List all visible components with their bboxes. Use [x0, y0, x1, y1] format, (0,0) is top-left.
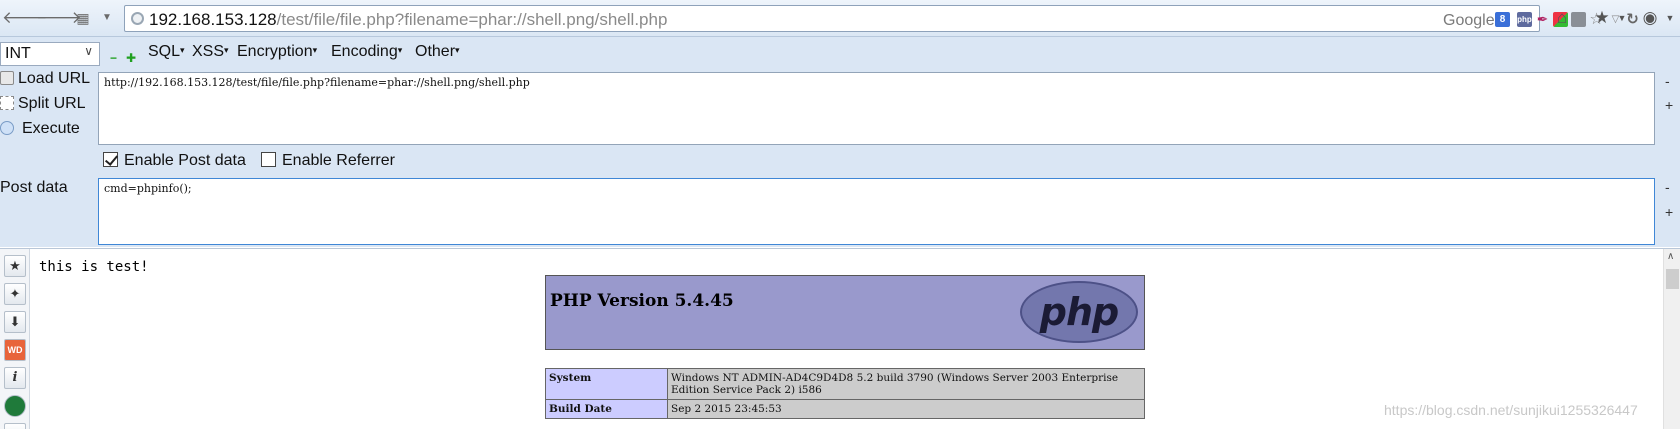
decrease-icon[interactable]: − [110, 51, 117, 65]
split-url-label: Split URL [18, 95, 86, 112]
url-shrink-button[interactable]: - [1665, 73, 1670, 89]
page-output-text: this is test! [39, 259, 149, 275]
menu-encryption-label: Encryption [237, 43, 313, 60]
row-value: Windows NT ADMIN-AD4C9D4D8 5.2 build 379… [667, 368, 1145, 400]
caret-icon: ▾ [180, 45, 185, 55]
enable-referrer-label: Enable Referrer [282, 152, 395, 169]
phpinfo-header: PHP Version 5.4.45 php [545, 275, 1145, 350]
vertical-scrollbar[interactable]: ∧ [1663, 249, 1680, 429]
enable-referrer-toggle[interactable]: Enable Referrer [261, 152, 395, 170]
execute-icon [0, 121, 14, 135]
eye-icon[interactable]: ◉ [1640, 9, 1660, 27]
address-bar[interactable]: 192.168.153.128/test/file/file.php?filen… [124, 5, 1639, 32]
hackbar-panel: INT ∨ − ✚ SQL▾ XSS▾ Encryption▾ Encoding… [0, 37, 1680, 247]
php-logo: php [1020, 281, 1138, 343]
search-engine-label: Google [1443, 12, 1495, 29]
menu-xss[interactable]: XSS▾ [192, 43, 229, 61]
split-url-icon [0, 96, 14, 110]
forward-icon[interactable]: 🡒 [36, 7, 82, 29]
url-host: 192.168.153.128 [149, 10, 277, 29]
menu-encoding-label: Encoding [331, 43, 398, 60]
navigation-bar: 🡐 🡒 ▦ ▼ 192.168.153.128/test/file/file.p… [0, 0, 1680, 37]
url-expand-button[interactable]: + [1665, 97, 1673, 113]
caret-icon: ▾ [397, 45, 403, 55]
web-developer-icon[interactable]: WD [4, 339, 26, 361]
php-version-title: PHP Version 5.4.45 [550, 291, 734, 311]
type-select[interactable]: INT ∨ [0, 42, 100, 66]
post-shrink-button[interactable]: - [1665, 179, 1670, 195]
shield-icon[interactable] [4, 395, 26, 417]
menu-encryption[interactable]: Encryption▾ [237, 43, 317, 61]
dropdown-icon[interactable]: ▼ [96, 7, 118, 29]
menu-other-label: Other [415, 43, 456, 60]
watermark: https://blog.csdn.net/sunjikui1255326447 [1384, 402, 1638, 418]
enable-referrer-checkbox[interactable] [261, 152, 276, 167]
bookmarks-icon[interactable]: ★ [1592, 9, 1612, 27]
load-url-button[interactable]: Load URL [0, 70, 90, 94]
info-icon[interactable]: i [4, 367, 26, 389]
menu-encoding[interactable]: Encoding▾ [331, 43, 402, 61]
feather-icon[interactable]: ✒ [1535, 12, 1550, 27]
site-identity-icon[interactable] [131, 12, 144, 25]
back-icon[interactable]: 🡐 [2, 7, 48, 29]
php-icon[interactable]: php [1517, 12, 1532, 27]
post-expand-button[interactable]: + [1665, 204, 1673, 220]
caret-icon: ▾ [224, 45, 229, 55]
increase-icon[interactable]: ✚ [126, 51, 136, 65]
enable-post-checkbox[interactable] [103, 152, 118, 167]
post-data-textarea[interactable]: cmd=phpinfo(); [98, 178, 1655, 245]
row-key: System [545, 368, 668, 400]
menu-sql[interactable]: SQL▾ [148, 43, 185, 61]
addon-toolbar: ★ ✦ ⬇ WD i [0, 249, 30, 429]
enable-post-label: Enable Post data [124, 152, 246, 169]
caret-icon: ▾ [455, 45, 460, 55]
row-value: Sep 2 2015 23:45:53 [667, 399, 1145, 419]
url-path: /test/file/file.php?filename=phar://shel… [276, 10, 668, 29]
load-url-icon [0, 71, 14, 85]
menu-other[interactable]: Other▾ [415, 43, 460, 61]
page-content: ★ ✦ ⬇ WD i this is test! PHP Version 5.4… [0, 248, 1680, 429]
url-textarea[interactable]: http://192.168.153.128/test/file/file.ph… [98, 72, 1655, 145]
row-key: Build Date [545, 399, 668, 419]
menu-xss-label: XSS [192, 43, 225, 60]
download-icon[interactable]: ⬇ [4, 311, 26, 333]
load-url-label: Load URL [18, 70, 91, 87]
more-icon[interactable] [4, 423, 26, 429]
eye-dropdown-icon[interactable]: ▼ [1660, 9, 1680, 27]
type-select-value: INT [5, 45, 31, 62]
menu-sql-label: SQL [148, 43, 181, 60]
table-row: Build Date Sep 2 2015 23:45:53 [545, 399, 1145, 419]
table-row: System Windows NT ADMIN-AD4C9D4D8 5.2 bu… [545, 368, 1145, 400]
url-text: 192.168.153.128/test/file/file.php?filen… [149, 10, 667, 30]
google-icon[interactable]: 8 [1495, 12, 1510, 27]
phpinfo-table: System Windows NT ADMIN-AD4C9D4D8 5.2 bu… [545, 368, 1145, 419]
page-grid-icon[interactable]: ▦ [72, 7, 94, 29]
home-icon[interactable]: ⌂ [1552, 9, 1572, 27]
caret-icon: ▾ [312, 45, 318, 55]
scroll-up-icon[interactable]: ∧ [1667, 251, 1674, 262]
post-data-label: Post data [0, 179, 68, 196]
bookmark-star-icon[interactable]: ★ [4, 255, 26, 277]
chevron-down-icon: ∨ [84, 44, 93, 58]
scroll-thumb[interactable] [1666, 269, 1679, 289]
bookmarks-dropdown-icon[interactable]: ▼ [1612, 9, 1632, 27]
split-url-button[interactable]: Split URL [0, 95, 86, 119]
execute-button[interactable]: Execute [0, 120, 80, 144]
enable-post-toggle[interactable]: Enable Post data [103, 152, 246, 170]
printer-icon[interactable] [1571, 12, 1586, 27]
puzzle-icon[interactable]: ✦ [4, 283, 26, 305]
php-logo-text: php [1039, 290, 1119, 334]
execute-label: Execute [22, 120, 80, 137]
